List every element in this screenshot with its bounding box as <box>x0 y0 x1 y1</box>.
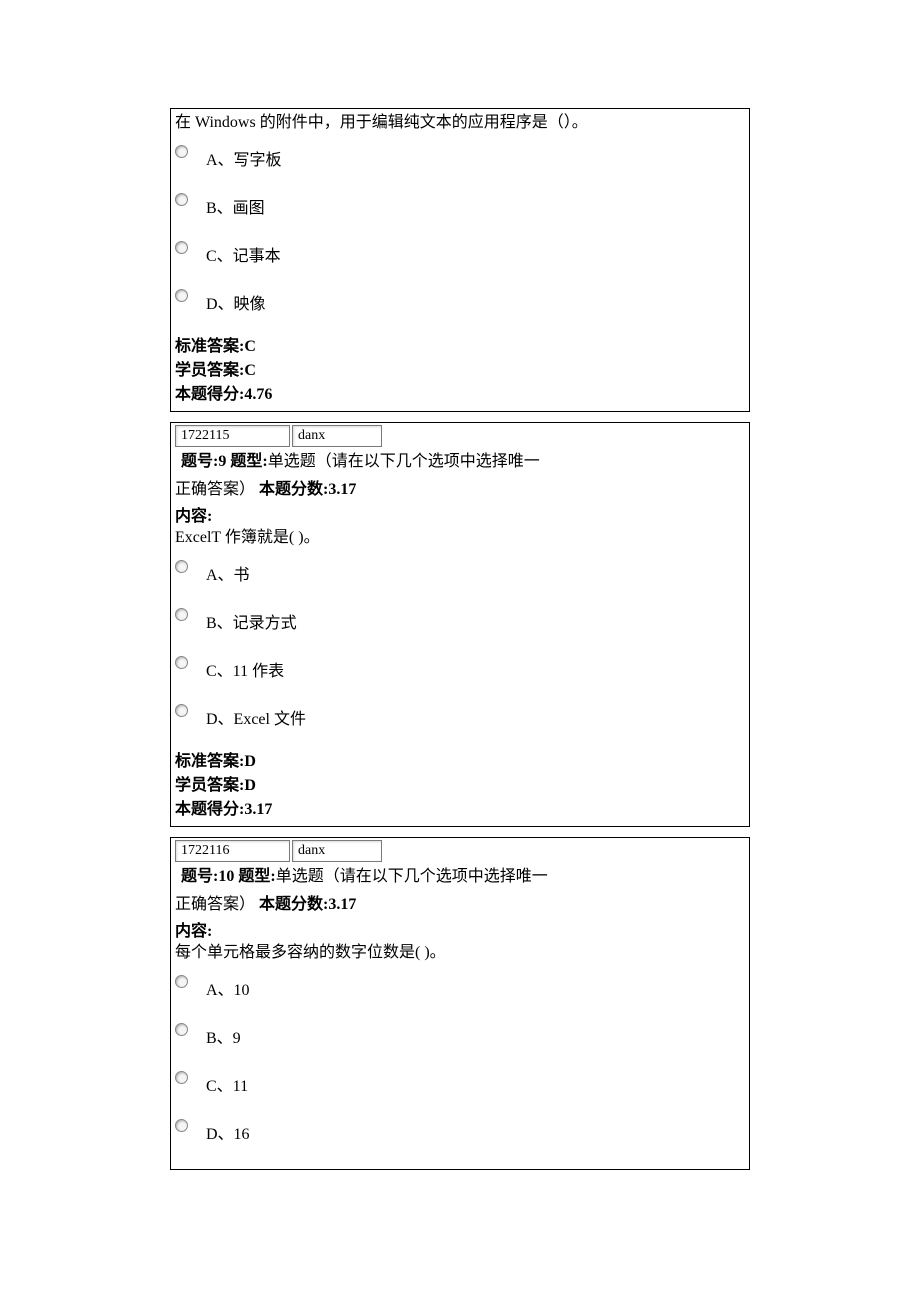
score-line: 本题得分:3.17 <box>175 798 745 822</box>
option-row-b: B、记录方式 <box>175 606 745 636</box>
question-type-text: 单选题（请在以下几个选项中选择唯一 <box>268 453 540 470</box>
header-text-line1: 题号:10 题型:单选题（请在以下几个选项中选择唯一 <box>181 864 548 890</box>
question-id-input[interactable]: 1722116 <box>175 840 290 862</box>
question-header: 1722116 danx 题号:10 题型:单选题（请在以下几个选项中选择唯一 <box>175 840 745 890</box>
standard-answer-line: 标准答案:C <box>175 335 745 359</box>
option-text: B、记录方式 <box>206 606 297 636</box>
question-text: 每个单元格最多容纳的数字位数是( )。 <box>175 941 745 965</box>
radio-icon[interactable] <box>175 289 188 302</box>
radio-icon[interactable] <box>175 560 188 573</box>
student-answer-line: 学员答案:D <box>175 774 745 798</box>
question-text: ExcelT 作簿就是( )。 <box>175 526 745 550</box>
question-type-input[interactable]: danx <box>292 840 382 862</box>
header-text-line2: 正确答案） 本题分数:3.17 <box>175 477 745 503</box>
option-row-b: B、9 <box>175 1021 745 1051</box>
option-row-d: D、Excel 文件 <box>175 702 745 732</box>
standard-answer-value: C <box>244 338 256 355</box>
student-answer-value: D <box>244 777 256 794</box>
option-row-b: B、画图 <box>175 191 745 221</box>
question-block-9: 1722115 danx 题号:9 题型:单选题（请在以下几个选项中选择唯一 正… <box>170 422 750 827</box>
student-answer-label: 学员答案: <box>175 777 244 794</box>
score-value: 3.17 <box>244 801 272 818</box>
question-type-label: 题型: <box>238 868 275 885</box>
standard-answer-value: D <box>244 753 256 770</box>
score-value: 4.76 <box>244 386 272 403</box>
radio-icon[interactable] <box>175 1071 188 1084</box>
question-no-value: 10 <box>218 868 234 885</box>
radio-icon[interactable] <box>175 145 188 158</box>
student-answer-label: 学员答案: <box>175 362 244 379</box>
score-label: 本题得分: <box>175 801 244 818</box>
answer-block: 标准答案:D 学员答案:D 本题得分:3.17 <box>175 750 745 822</box>
option-text: D、16 <box>206 1117 250 1147</box>
score-line: 本题得分:4.76 <box>175 383 745 407</box>
option-row-c: C、11 作表 <box>175 654 745 684</box>
option-text: A、10 <box>206 973 250 1003</box>
radio-icon[interactable] <box>175 1119 188 1132</box>
option-row-a: A、10 <box>175 973 745 1003</box>
radio-icon[interactable] <box>175 241 188 254</box>
score-label: 本题得分: <box>175 386 244 403</box>
question-header: 1722115 danx 题号:9 题型:单选题（请在以下几个选项中选择唯一 <box>175 425 745 475</box>
content-label: 内容: <box>175 502 745 526</box>
option-text: A、写字板 <box>206 143 282 173</box>
header-line2-text: 正确答案） <box>175 481 255 498</box>
student-answer-value: C <box>244 362 256 379</box>
full-score-label: 本题分数: <box>259 896 328 913</box>
question-id-input[interactable]: 1722115 <box>175 425 290 447</box>
full-score-value: 3.17 <box>328 896 356 913</box>
option-row-c: C、11 <box>175 1069 745 1099</box>
question-type-input[interactable]: danx <box>292 425 382 447</box>
option-row-c: C、记事本 <box>175 239 745 269</box>
question-type-label: 题型: <box>230 453 267 470</box>
header-line2-text: 正确答案） <box>175 896 255 913</box>
standard-answer-label: 标准答案: <box>175 338 244 355</box>
question-type-text: 单选题（请在以下几个选项中选择唯一 <box>276 868 548 885</box>
standard-answer-line: 标准答案:D <box>175 750 745 774</box>
option-text: B、9 <box>206 1021 241 1051</box>
question-no-label: 题号: <box>181 868 218 885</box>
radio-icon[interactable] <box>175 656 188 669</box>
option-row-d: D、映像 <box>175 287 745 317</box>
option-row-d: D、16 <box>175 1117 745 1147</box>
option-row-a: A、书 <box>175 558 745 588</box>
question-no-label: 题号: <box>181 453 218 470</box>
option-text: D、映像 <box>206 287 266 317</box>
option-text: D、Excel 文件 <box>206 702 306 732</box>
question-no-value: 9 <box>218 453 226 470</box>
radio-icon[interactable] <box>175 704 188 717</box>
option-text: C、11 <box>206 1069 248 1099</box>
option-text: A、书 <box>206 558 250 588</box>
answer-block: 标准答案:C 学员答案:C 本题得分:4.76 <box>175 335 745 407</box>
question-text: 在 Windows 的附件中，用于编辑纯文本的应用程序是（）。 <box>175 111 745 135</box>
radio-icon[interactable] <box>175 193 188 206</box>
standard-answer-label: 标准答案: <box>175 753 244 770</box>
header-text-line2: 正确答案） 本题分数:3.17 <box>175 892 745 918</box>
radio-icon[interactable] <box>175 1023 188 1036</box>
full-score-value: 3.17 <box>328 481 356 498</box>
student-answer-line: 学员答案:C <box>175 359 745 383</box>
full-score-label: 本题分数: <box>259 481 328 498</box>
radio-icon[interactable] <box>175 608 188 621</box>
option-text: B、画图 <box>206 191 265 221</box>
radio-icon[interactable] <box>175 975 188 988</box>
option-text: C、11 作表 <box>206 654 284 684</box>
option-row-a: A、写字板 <box>175 143 745 173</box>
content-label: 内容: <box>175 917 745 941</box>
option-text: C、记事本 <box>206 239 281 269</box>
question-block-prev: 在 Windows 的附件中，用于编辑纯文本的应用程序是（）。 A、写字板 B、… <box>170 108 750 412</box>
question-block-10: 1722116 danx 题号:10 题型:单选题（请在以下几个选项中选择唯一 … <box>170 837 750 1170</box>
header-text-line1: 题号:9 题型:单选题（请在以下几个选项中选择唯一 <box>181 449 540 475</box>
